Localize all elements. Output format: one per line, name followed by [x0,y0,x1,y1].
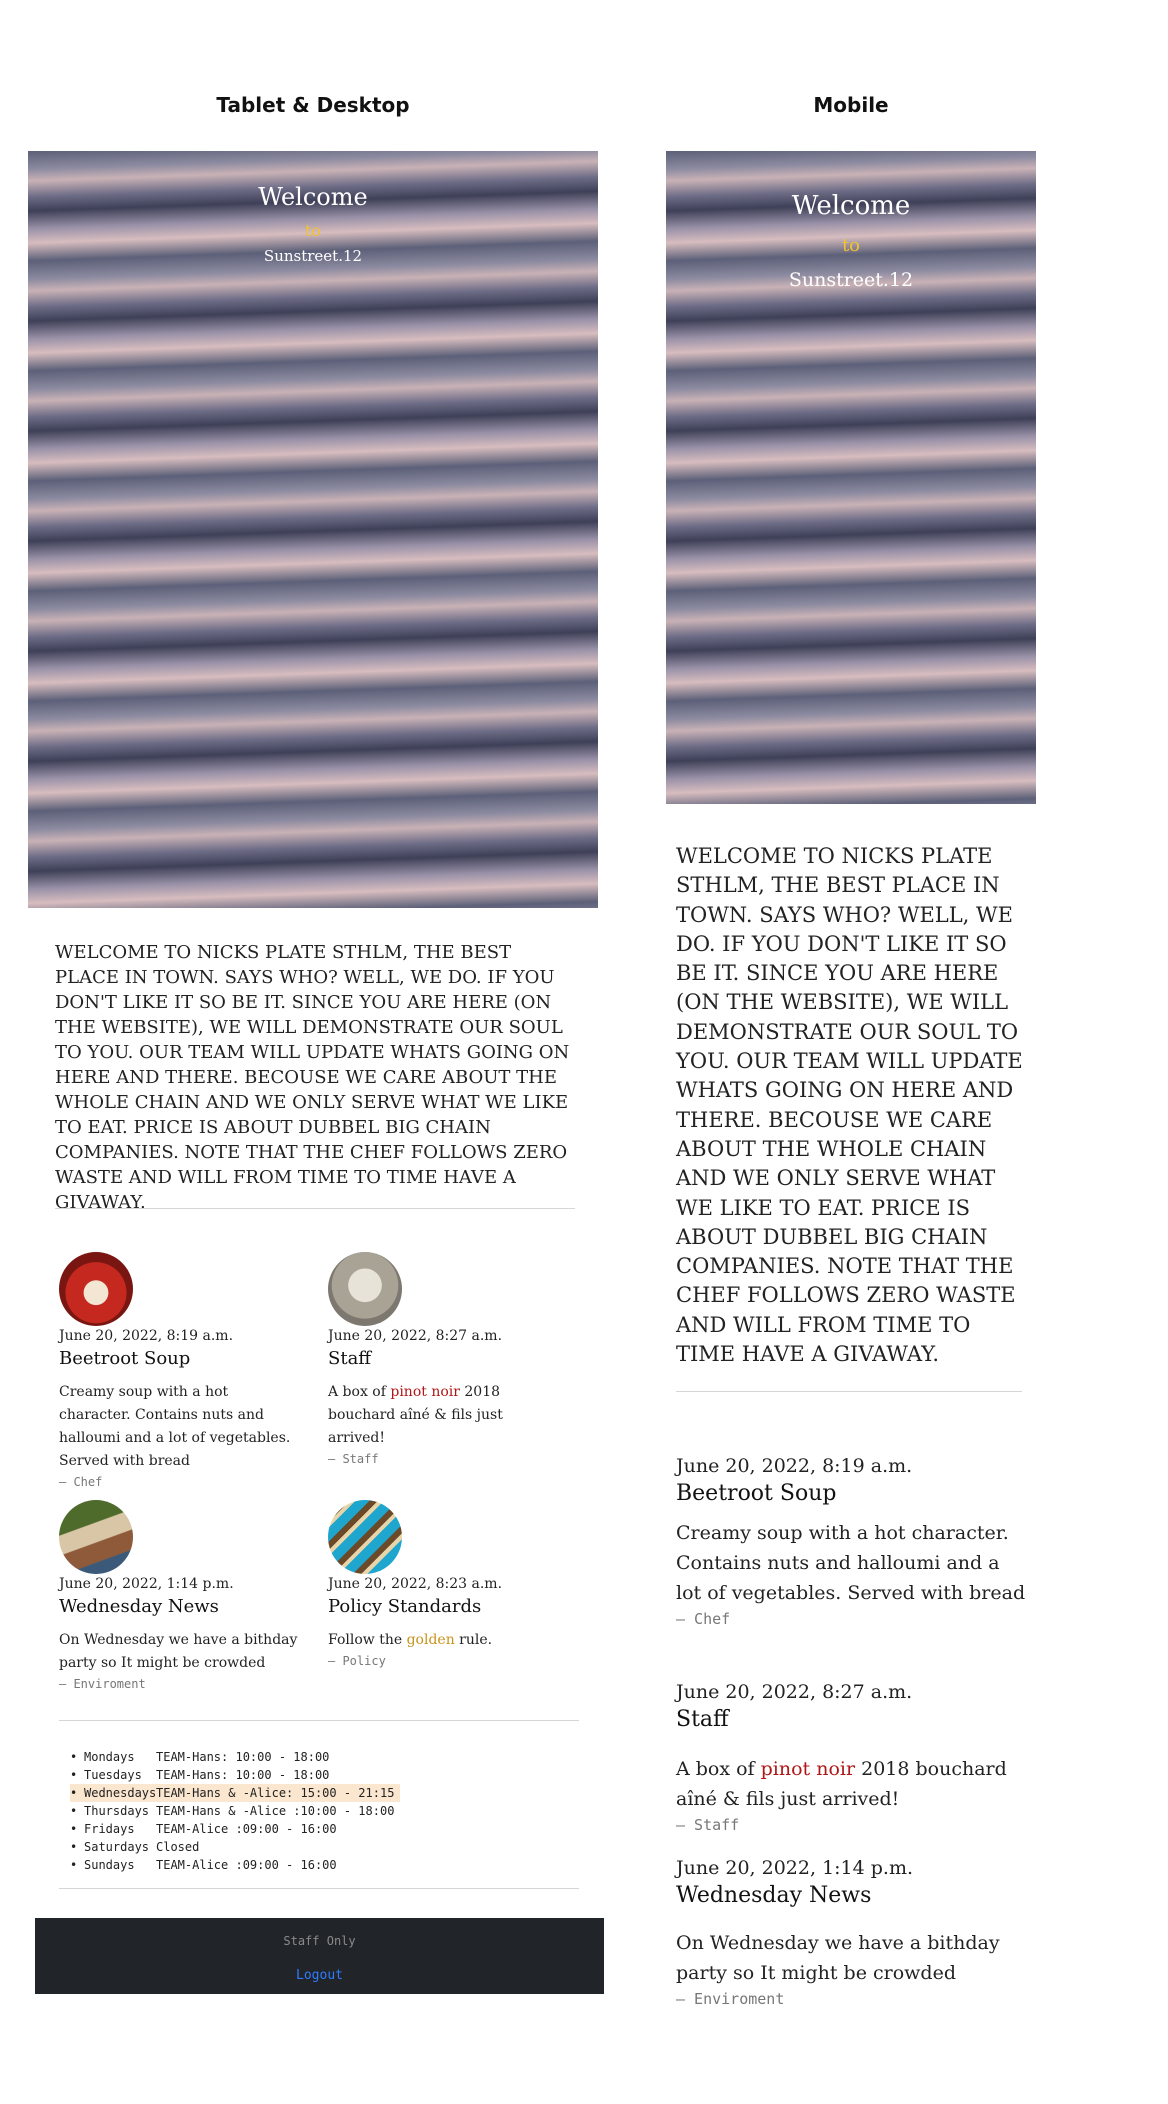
wine-highlight: pinot noir [760,1758,856,1780]
post-date: June 20, 2022, 1:14 p.m. [676,1857,914,1879]
logout-link[interactable]: Logout [35,1968,604,1983]
post-author: — Chef [59,1475,103,1489]
post-title: Staff [676,1707,729,1732]
post-author: — Policy [328,1654,386,1668]
post-body: Creamy soup with a hot character. Contai… [676,1522,1026,1604]
hours-row: • Thursdays TEAM-Hans & -Alice :10:00 - 18… [70,1804,395,1818]
mobile-column-title: Mobile [813,93,889,117]
mobile-post-wednesday: June 20, 2022, 1:14 p.m. Wednesday News … [676,1857,1026,2008]
post-title: Wednesday News [676,1883,872,1908]
hero-venue: Sunstreet.12 [263,247,363,265]
post-body: A box of pinot noir 2018 bouchard aîné &… [328,1384,503,1446]
desktop-footer: Staff Only Logout [35,1918,604,1994]
staff-only-label: Staff Only [283,1934,356,1948]
hours-row-highlighted: • Wednesdays TEAM-Hans & -Alice: 15:00 - 2… [70,1784,400,1802]
post-date: June 20, 2022, 8:23 a.m. [328,1576,503,1592]
post-author: — Staff [676,1816,740,1834]
opening-hours-list: • Mondays TEAM-Hans: 10:00 - 18:00 • Tuesda… [70,1748,400,1874]
post-author: — Staff [328,1452,379,1466]
post-author: — Enviroment [59,1677,146,1691]
desktop-column-title: Tablet & Desktop [216,93,410,117]
post-body: A box of pinot noir 2018 bouchard aîné &… [676,1758,1007,1810]
mobile-post-beetroot: June 20, 2022, 8:19 a.m. Beetroot Soup C… [676,1455,1026,1628]
post-date: June 20, 2022, 8:27 a.m. [676,1681,913,1703]
mobile-hero-image: Welcome to Sunstreet.12 [666,151,1036,804]
mobile-divider [676,1391,1022,1392]
mobile-post-staff: June 20, 2022, 8:27 a.m. Staff A box of … [676,1681,1026,1834]
golden-highlight: golden [406,1632,455,1648]
post-date: June 20, 2022, 8:19 a.m. [59,1328,234,1344]
hours-row: • Saturdays Closed [70,1840,200,1854]
post-date: June 20, 2022, 1:14 p.m. [59,1576,234,1592]
post-title: Policy Standards [328,1596,482,1617]
post-card-staff: June 20, 2022, 8:27 a.m. Staff A box of … [328,1252,558,1466]
soup-bowl-icon [59,1252,133,1326]
post-author: — Chef [676,1610,731,1628]
hero-welcome: Welcome [258,183,368,211]
hero-to: to [304,221,322,240]
post-body: On Wednesday we have a bithday party so … [676,1932,1000,1984]
wine-highlight: pinot noir [390,1384,460,1400]
post-card-policy: June 20, 2022, 8:23 a.m. Policy Standard… [328,1500,558,1668]
post-author: — Enviroment [676,1990,785,2008]
desktop-divider-top [55,1208,575,1209]
desktop-intro-text: WELCOME TO NICKS PLATE STHLM, THE BEST P… [55,942,570,1213]
hero-welcome: Welcome [791,191,911,221]
post-date: June 20, 2022, 8:19 a.m. [676,1455,913,1477]
post-title: Beetroot Soup [676,1481,837,1506]
macarons-icon [328,1500,402,1574]
hero-venue: Sunstreet.12 [788,269,914,291]
post-date: June 20, 2022, 8:27 a.m. [328,1328,503,1344]
post-body: Creamy soup with a hot character. Contai… [59,1384,291,1469]
hours-row: • Mondays TEAM-Hans: 10:00 - 18:00 [70,1750,330,1764]
post-title: Beetroot Soup [59,1348,191,1369]
desktop-divider-hours-top [59,1720,579,1721]
hours-row: • Sundays TEAM-Alice :09:00 - 16:00 [70,1858,337,1872]
hours-row: • Fridays TEAM-Alice :09:00 - 16:00 [70,1822,337,1836]
hours-row: • Tuesdays TEAM-Hans: 10:00 - 18:00 [70,1768,330,1782]
post-card-wednesday: June 20, 2022, 1:14 p.m. Wednesday News … [59,1500,299,1691]
post-body: Follow the golden rule. [328,1632,493,1648]
desktop-divider-hours-bottom [59,1888,579,1889]
post-title: Staff [328,1348,372,1369]
post-body: On Wednesday we have a bithday party so … [59,1632,298,1671]
statue-icon [328,1252,402,1326]
hero-to: to [841,235,861,256]
post-title: Wednesday News [59,1596,219,1617]
people-icon [59,1500,133,1574]
mobile-intro-text: WELCOME TO NICKS PLATE STHLM, THE BEST P… [676,844,1023,1367]
desktop-hero-image: Welcome to Sunstreet.12 [28,151,598,908]
post-card-beetroot: June 20, 2022, 8:19 a.m. Beetroot Soup C… [59,1252,299,1489]
